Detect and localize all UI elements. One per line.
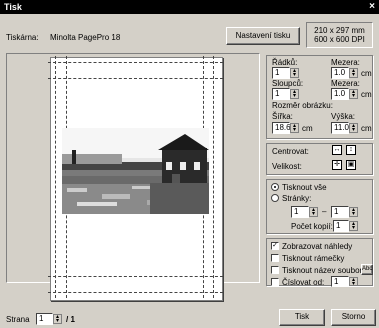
width-input[interactable]: 18.6: [272, 122, 291, 134]
number-from-label: Číslovat od:: [282, 278, 325, 287]
print-button[interactable]: Tisk: [279, 309, 325, 326]
range-dash: –: [322, 207, 327, 216]
printer-setup-button[interactable]: Nastavení tisku: [226, 27, 300, 45]
paper-info: 210 x 297 mm 600 x 600 DPI: [306, 22, 373, 48]
printer-name: Minolta PagePro 18: [50, 33, 121, 42]
number-from-checkbox[interactable]: [271, 278, 279, 286]
paper-resolution: 600 x 600 DPI: [314, 35, 365, 44]
copies-label: Počet kopií:: [291, 222, 333, 231]
col-gap-unit: cm: [361, 90, 372, 99]
photo-preview: [62, 128, 209, 214]
print-frames-label: Tisknout rámečky: [282, 254, 345, 263]
margin-guide: [213, 56, 214, 298]
window-title: Tisk: [4, 2, 22, 12]
page-to-input[interactable]: 1: [331, 206, 349, 218]
show-preview-label: Zobrazovat náhledy: [282, 242, 353, 251]
center-vertical-icon[interactable]: ↕: [346, 145, 356, 155]
page-from-input[interactable]: 1: [291, 206, 309, 218]
print-all-radio[interactable]: [271, 183, 279, 191]
number-from-spinner[interactable]: ▴ ▾: [349, 277, 358, 287]
print-filename-checkbox[interactable]: [271, 266, 279, 274]
print-all-label: Tisknout vše: [282, 183, 327, 192]
cols-label: Sloupců:: [272, 79, 304, 88]
page-total: / 1: [66, 315, 75, 324]
image-size-label: Rozměr obrázku:: [272, 101, 333, 110]
row-gap-input[interactable]: 1.0: [331, 67, 349, 79]
height-label: Výška:: [331, 112, 356, 121]
margin-guide: [48, 292, 223, 293]
rows-input[interactable]: 1: [272, 67, 290, 79]
center-label: Centrovat:: [272, 147, 309, 156]
page-spinner[interactable]: ▴ ▾: [53, 314, 62, 324]
print-filename-label: Tisknout název souboru: [282, 266, 367, 275]
height-unit: cm: [361, 124, 372, 133]
center-horizontal-icon[interactable]: ↔: [332, 145, 342, 155]
row-gap-unit: cm: [361, 69, 372, 78]
height-input[interactable]: 11.0: [331, 122, 349, 134]
close-icon[interactable]: ×: [369, 1, 375, 12]
size-label: Velikost:: [272, 162, 302, 171]
row-gap-spinner[interactable]: ▴ ▾: [349, 68, 358, 78]
height-spinner[interactable]: ▴ ▾: [349, 123, 358, 133]
width-spinner[interactable]: ▴ ▾: [290, 123, 299, 133]
col-gap-input[interactable]: 1.0: [331, 88, 349, 100]
title-bar: Tisk ×: [0, 0, 379, 14]
page-input[interactable]: 1: [36, 313, 53, 325]
paper-size: 210 x 297 mm: [314, 26, 365, 35]
cancel-button[interactable]: Storno: [331, 309, 376, 326]
number-from-input[interactable]: 1: [331, 276, 349, 287]
cols-input[interactable]: 1: [272, 88, 290, 100]
margin-guide: [55, 56, 56, 298]
rows-label: Řádků:: [272, 58, 298, 67]
page-label: Strana: [6, 315, 30, 324]
rows-spinner[interactable]: ▴ ▾: [290, 68, 299, 78]
pages-radio[interactable]: [271, 194, 279, 202]
printer-label: Tiskárna:: [6, 33, 39, 42]
copies-spinner[interactable]: ▴ ▾: [349, 221, 358, 231]
margin-guide: [48, 276, 223, 277]
page-to-spinner[interactable]: ▴ ▾: [349, 207, 358, 217]
width-label: Šířka:: [272, 112, 293, 121]
width-unit: cm: [302, 124, 313, 133]
original-size-icon[interactable]: ▣: [346, 160, 356, 170]
margin-guide: [48, 62, 223, 63]
page-from-spinner[interactable]: ▴ ▾: [309, 207, 318, 217]
col-gap-spinner[interactable]: ▴ ▾: [349, 89, 358, 99]
cols-spinner[interactable]: ▴ ▾: [290, 89, 299, 99]
print-frames-checkbox[interactable]: [271, 254, 279, 262]
pages-label: Stránky:: [282, 194, 312, 203]
row-gap-label: Mezera:: [331, 58, 360, 67]
show-preview-checkbox[interactable]: ✓: [271, 242, 279, 250]
fit-size-icon[interactable]: ✛: [332, 160, 342, 170]
font-button[interactable]: Abc: [361, 264, 373, 275]
col-gap-label: Mezera:: [331, 79, 360, 88]
margin-guide: [48, 78, 223, 79]
copies-input[interactable]: 1: [333, 220, 349, 232]
